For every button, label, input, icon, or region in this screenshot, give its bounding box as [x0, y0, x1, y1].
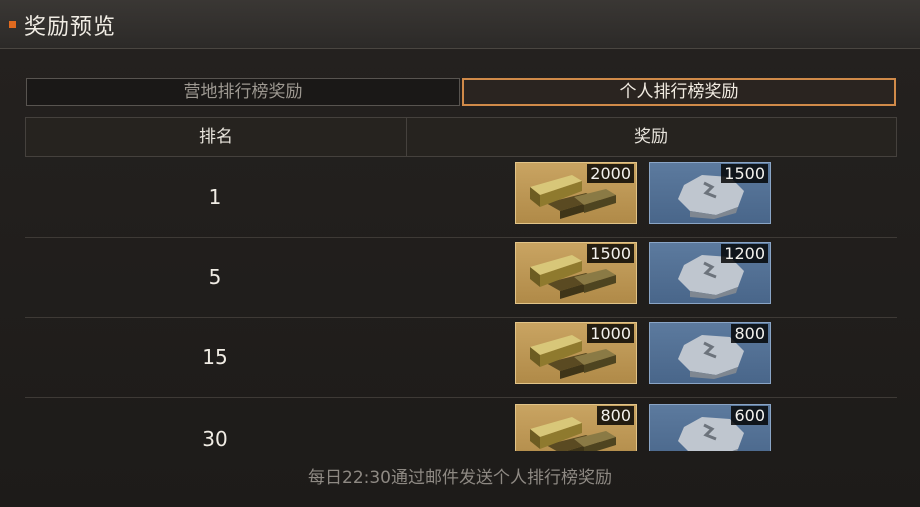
- reward-count: 1200: [721, 244, 768, 263]
- table-row: 15 1000 800: [25, 318, 897, 398]
- gold-reward-item[interactable]: 1500: [515, 242, 637, 304]
- reward-count: 600: [731, 406, 768, 425]
- reward-count: 1500: [587, 244, 634, 263]
- mail-delivery-note: 每日22:30通过邮件发送个人排行榜奖励: [308, 468, 612, 488]
- rank-value: 5: [208, 265, 222, 289]
- rank-column-header: 排名: [26, 118, 407, 156]
- reward-column-header: 奖励: [634, 127, 668, 147]
- scroll-clip-area[interactable]: 30 800 600: [0, 400, 920, 451]
- reward-count: 1500: [721, 164, 768, 183]
- tab-camp-ranking-rewards[interactable]: 营地排行榜奖励: [26, 78, 460, 106]
- reward-count: 2000: [587, 164, 634, 183]
- tab-personal-ranking-rewards[interactable]: 个人排行榜奖励: [462, 78, 896, 106]
- reward-count: 800: [731, 324, 768, 343]
- silver-reward-item[interactable]: 800: [649, 322, 771, 384]
- table-header: 排名 奖励: [25, 117, 897, 157]
- header-bar: 奖励预览: [0, 0, 920, 49]
- gold-reward-item[interactable]: 800: [515, 404, 637, 451]
- rank-value: 1: [208, 185, 222, 209]
- page-title: 奖励预览: [24, 15, 117, 40]
- reward-count: 1000: [587, 324, 634, 343]
- silver-reward-item[interactable]: 1200: [649, 242, 771, 304]
- table-row: 1 2000 1500: [25, 158, 897, 238]
- table-row: 5 1500 1200: [25, 238, 897, 318]
- silver-reward-item[interactable]: 1500: [649, 162, 771, 224]
- table-row: 30 800 600: [25, 400, 897, 451]
- rank-value: 15: [202, 345, 228, 369]
- reward-count: 800: [597, 406, 634, 425]
- title-marker: [9, 21, 16, 28]
- gold-reward-item[interactable]: 2000: [515, 162, 637, 224]
- rank-value: 30: [202, 427, 228, 451]
- silver-reward-item[interactable]: 600: [649, 404, 771, 451]
- gold-reward-item[interactable]: 1000: [515, 322, 637, 384]
